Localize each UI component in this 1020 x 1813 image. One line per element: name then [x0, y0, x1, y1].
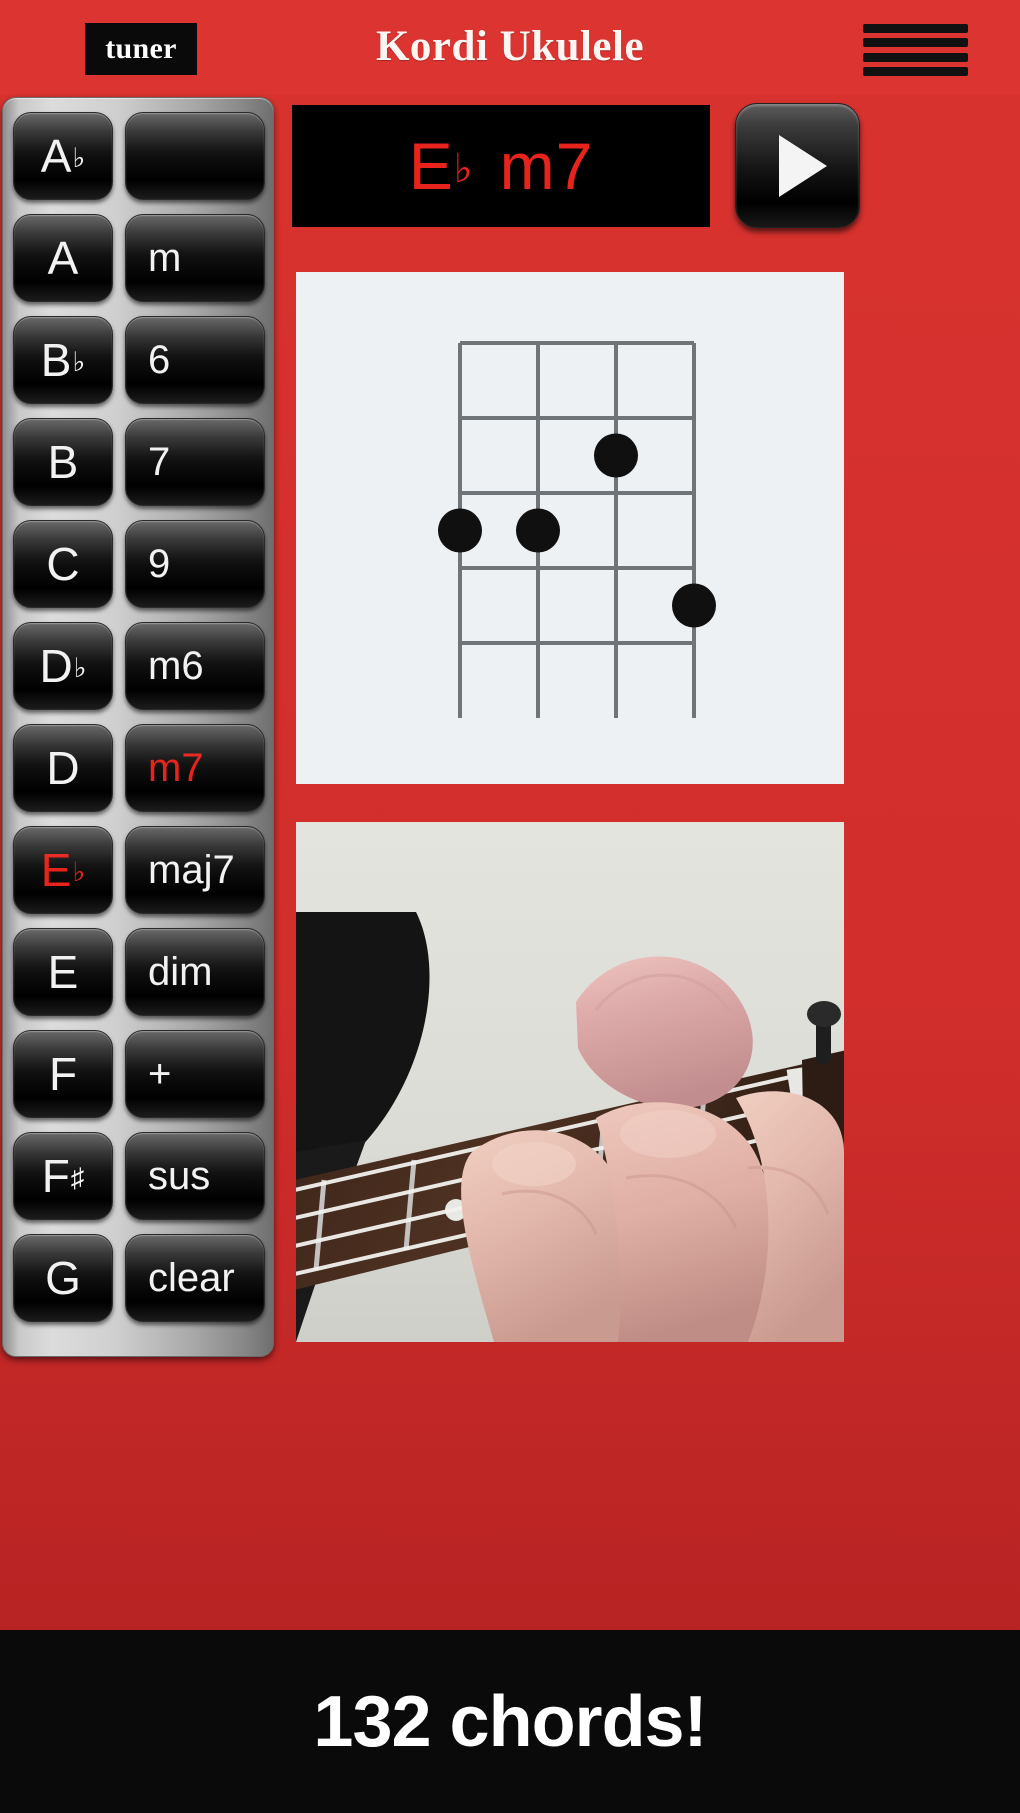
note-key-bb[interactable]: B ♭: [13, 316, 113, 404]
chord-diagram-panel: [296, 272, 844, 784]
modifier-key-clear[interactable]: clear: [125, 1234, 265, 1322]
chord-keypad-panel: A ♭ Am B ♭ 6 B 7 C 9 D ♭ m6 Dm7 E ♭ maj7 Edim F + F ♯ sus Gclea…: [2, 97, 274, 1357]
footer-text: 132 chords!: [313, 1681, 707, 1762]
note-key-label: F: [41, 1150, 70, 1202]
note-key-label: D: [46, 742, 80, 794]
modifier-key-label: m: [148, 235, 182, 280]
finger-dot-3: [594, 433, 638, 478]
note-key-d[interactable]: D: [13, 724, 113, 812]
finger-dot-4: [672, 583, 716, 628]
modifier-key-label: 6: [148, 337, 171, 382]
note-key-label: A: [47, 232, 79, 284]
menu-bar-1: [863, 24, 968, 33]
play-triangle-icon: [778, 134, 827, 197]
hamburger-menu-icon[interactable]: [863, 24, 968, 76]
note-key-accidental: ♭: [72, 346, 86, 377]
modifier-key-7[interactable]: 7: [125, 418, 265, 506]
note-key-db[interactable]: D ♭: [13, 622, 113, 710]
app-root: tuner Kordi Ukulele A ♭ Am B ♭ 6 B 7 C 9 D ♭ m6 Dm7 E ♭…: [0, 0, 1020, 1813]
note-key-label: D: [39, 640, 73, 692]
note-key-accidental: ♭: [72, 142, 86, 173]
note-key-label: B: [40, 334, 72, 386]
note-key-label: E: [40, 844, 72, 896]
modifier-key-label: m6: [148, 643, 204, 688]
modifier-key-+[interactable]: +: [125, 1030, 265, 1118]
modifier-key-label: 7: [148, 439, 171, 484]
chord-accidental: ♭: [453, 147, 474, 191]
modifier-key-maj7[interactable]: maj7: [125, 826, 265, 914]
note-key-c[interactable]: C: [13, 520, 113, 608]
note-key-e[interactable]: E: [13, 928, 113, 1016]
chord-keypad-grid: A ♭ Am B ♭ 6 B 7 C 9 D ♭ m6 Dm7 E ♭ maj7 Edim F + F ♯ sus Gclea…: [13, 112, 265, 1322]
modifier-key-label: maj7: [148, 847, 235, 892]
modifier-key-label: sus: [148, 1153, 211, 1198]
modifier-key-blank[interactable]: [125, 112, 265, 200]
note-key-label: E: [47, 946, 79, 998]
note-key-ab[interactable]: A ♭: [13, 112, 113, 200]
note-key-label: A: [40, 130, 72, 182]
note-key-f[interactable]: F: [13, 1030, 113, 1118]
app-header: tuner Kordi Ukulele: [0, 0, 1020, 95]
modifier-key-label: m7: [148, 745, 204, 790]
note-key-b[interactable]: B: [13, 418, 113, 506]
play-button[interactable]: [735, 103, 860, 228]
finger-dot-2: [516, 508, 560, 553]
note-key-eb[interactable]: E ♭: [13, 826, 113, 914]
modifier-key-label: dim: [148, 949, 213, 994]
note-key-accidental: ♭: [72, 856, 86, 887]
menu-bar-4: [863, 66, 968, 76]
footer-banner: 132 chords!: [0, 1630, 1020, 1813]
modifier-key-label: +: [148, 1051, 172, 1096]
note-key-label: F: [48, 1048, 78, 1100]
note-key-label: B: [47, 436, 79, 488]
modifier-key-9[interactable]: 9: [125, 520, 265, 608]
note-key-accidental: ♯: [70, 1162, 85, 1193]
menu-bar-2: [863, 38, 968, 48]
fretting-hand-illustration: [296, 822, 844, 1342]
modifier-key-6[interactable]: 6: [125, 316, 265, 404]
chord-root: E: [408, 129, 454, 203]
note-key-accidental: ♭: [73, 652, 87, 683]
chord-diagram: [438, 341, 716, 718]
modifier-key-m[interactable]: m: [125, 214, 265, 302]
note-key-label: C: [46, 538, 80, 590]
chord-photo: [296, 822, 844, 1342]
note-key-a[interactable]: A: [13, 214, 113, 302]
modifier-key-m7[interactable]: m7: [125, 724, 265, 812]
modifier-key-dim[interactable]: dim: [125, 928, 265, 1016]
modifier-key-label: 9: [148, 541, 171, 586]
modifier-key-label: clear: [148, 1255, 235, 1300]
chord-quality: m7: [499, 129, 594, 203]
modifier-key-m6[interactable]: m6: [125, 622, 265, 710]
chord-display: E ♭ m7: [292, 105, 710, 227]
finger-dot-1: [438, 508, 482, 553]
note-key-g[interactable]: G: [13, 1234, 113, 1322]
menu-bar-3: [863, 52, 968, 62]
note-key-fsharp[interactable]: F ♯: [13, 1132, 113, 1220]
note-key-label: G: [45, 1252, 81, 1304]
modifier-key-sus[interactable]: sus: [125, 1132, 265, 1220]
